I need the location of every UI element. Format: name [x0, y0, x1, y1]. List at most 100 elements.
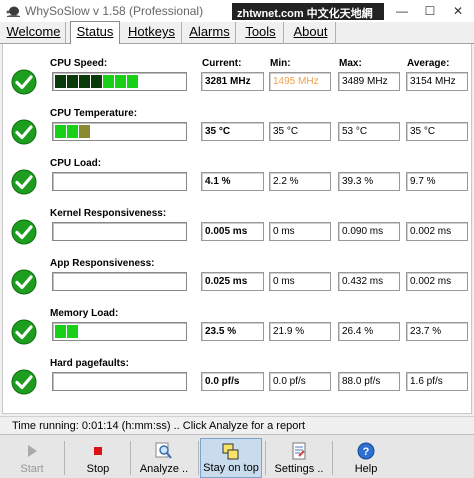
stop-button[interactable]: Stop — [66, 438, 130, 478]
tab-tools[interactable]: Tools — [238, 22, 284, 44]
max-value: 39.3 % — [338, 172, 400, 191]
level-bar-segment — [67, 125, 78, 138]
min-value: 21.9 % — [269, 322, 331, 341]
metric-row-hard-pagefaults: Hard pagefaults: 0.0 pf/s 0.0 pf/s 88.0 … — [3, 358, 473, 408]
current-value: 0.0 pf/s — [201, 372, 264, 391]
ok-check-icon — [11, 319, 37, 345]
level-bar-segment — [55, 75, 66, 88]
minimize-button[interactable]: — — [392, 2, 412, 20]
tab-welcome[interactable]: Welcome — [2, 22, 66, 44]
metric-row-cpu-speed: CPU Speed: Current: Min: Max: Average: 3… — [3, 58, 473, 108]
level-bar — [52, 222, 187, 241]
close-button[interactable]: ✕ — [448, 2, 468, 20]
toolbar-separator — [130, 441, 131, 475]
column-header-min: Min: — [270, 58, 291, 69]
tab-about[interactable]: About — [286, 22, 336, 44]
level-bar-segment — [127, 75, 138, 88]
level-bar-segment — [103, 75, 114, 88]
average-value: 0.002 ms — [406, 272, 468, 291]
metric-label: Kernel Responsiveness: — [50, 208, 167, 219]
stay-on-top-button[interactable]: Stay on top — [200, 438, 262, 478]
tab-bar: Welcome Status Hotkeys Alarms Tools Abou… — [0, 21, 474, 44]
level-bar-segment — [79, 75, 90, 88]
status-bar: Time running: 0:01:14 (h:mm:ss) .. Click… — [0, 416, 474, 434]
level-bar-segment — [67, 75, 78, 88]
level-bar-segment — [79, 125, 90, 138]
level-bar-segment — [115, 75, 126, 88]
magnifier-icon — [155, 442, 172, 459]
average-value: 23.7 % — [406, 322, 468, 341]
ok-check-icon — [11, 169, 37, 195]
analyze-button[interactable]: Analyze .. — [132, 438, 196, 478]
svg-text:?: ? — [363, 446, 370, 458]
max-value: 0.432 ms — [338, 272, 400, 291]
min-value: 0.0 pf/s — [269, 372, 331, 391]
current-value: 3281 MHz — [201, 72, 264, 91]
max-value: 88.0 pf/s — [338, 372, 400, 391]
ok-check-icon — [11, 369, 37, 395]
current-value: 0.025 ms — [201, 272, 264, 291]
metric-label: CPU Load: — [50, 158, 102, 169]
metric-row-memory-load: Memory Load: 23.5 % 21.9 % 26.4 % 23.7 % — [3, 308, 473, 358]
help-button[interactable]: ? Help — [334, 438, 398, 478]
level-bar-fill — [55, 325, 81, 338]
snail-app-icon — [6, 6, 20, 17]
level-bar — [52, 372, 187, 391]
max-value: 26.4 % — [338, 322, 400, 341]
average-value: 9.7 % — [406, 172, 468, 191]
toolbar-separator — [265, 441, 266, 475]
play-icon — [28, 445, 37, 457]
toolbar-separator — [64, 441, 65, 475]
column-header-average: Average: — [407, 58, 450, 69]
ok-check-icon — [11, 69, 37, 95]
help-icon: ? — [357, 442, 375, 460]
level-bar — [52, 122, 187, 141]
min-value: 0 ms — [269, 272, 331, 291]
settings-button[interactable]: Settings .. — [267, 438, 331, 478]
metric-row-cpu-temperature: CPU Temperature: 35 °C 35 °C 53 °C 35 °C — [3, 108, 473, 158]
current-value: 23.5 % — [201, 322, 264, 341]
current-value: 0.005 ms — [201, 222, 264, 241]
level-bar-segment — [55, 325, 66, 338]
metric-label: Memory Load: — [50, 308, 119, 319]
min-value: 1495 MHz — [269, 72, 331, 91]
metric-row-cpu-load: CPU Load: 4.1 % 2.2 % 39.3 % 9.7 % — [3, 158, 473, 208]
start-button[interactable]: Start — [0, 438, 64, 478]
stop-icon — [94, 447, 102, 455]
current-value: 4.1 % — [201, 172, 264, 191]
metric-label: CPU Speed: — [50, 58, 108, 69]
tab-status[interactable]: Status — [70, 21, 120, 44]
level-bar-segment — [67, 325, 78, 338]
level-bar — [52, 322, 187, 341]
max-value: 0.090 ms — [338, 222, 400, 241]
ok-check-icon — [11, 119, 37, 145]
column-header-max: Max: — [339, 58, 362, 69]
status-panel: CPU Speed: Current: Min: Max: Average: 3… — [2, 44, 472, 414]
level-bar — [52, 172, 187, 191]
toolbar-separator — [198, 441, 199, 475]
watermark: zhtwnet.com 中文化天地網 — [232, 3, 384, 20]
tab-alarms[interactable]: Alarms — [184, 22, 236, 44]
max-value: 53 °C — [338, 122, 400, 141]
maximize-button[interactable]: ☐ — [420, 2, 440, 20]
ok-check-icon — [11, 269, 37, 295]
level-bar-fill — [55, 75, 147, 88]
settings-document-icon — [292, 442, 306, 460]
ok-check-icon — [11, 219, 37, 245]
average-value: 1.6 pf/s — [406, 372, 468, 391]
toolbar: Start Stop Analyze .. Stay on top Settin… — [0, 434, 474, 478]
metric-row-kernel-responsiveness: Kernel Responsiveness: 0.005 ms 0 ms 0.0… — [3, 208, 473, 258]
toolbar-separator — [332, 441, 333, 475]
average-value: 35 °C — [406, 122, 468, 141]
level-bar — [52, 272, 187, 291]
window-title: WhySoSlow v 1.58 (Professional) — [25, 4, 204, 18]
level-bar — [52, 72, 187, 91]
metric-row-app-responsiveness: App Responsiveness: 0.025 ms 0 ms 0.432 … — [3, 258, 473, 308]
metric-label: App Responsiveness: — [50, 258, 155, 269]
metric-label: Hard pagefaults: — [50, 358, 129, 369]
max-value: 3489 MHz — [338, 72, 400, 91]
average-value: 3154 MHz — [406, 72, 468, 91]
level-bar-fill — [55, 125, 92, 138]
level-bar-segment — [91, 75, 102, 88]
tab-hotkeys[interactable]: Hotkeys — [122, 22, 182, 44]
